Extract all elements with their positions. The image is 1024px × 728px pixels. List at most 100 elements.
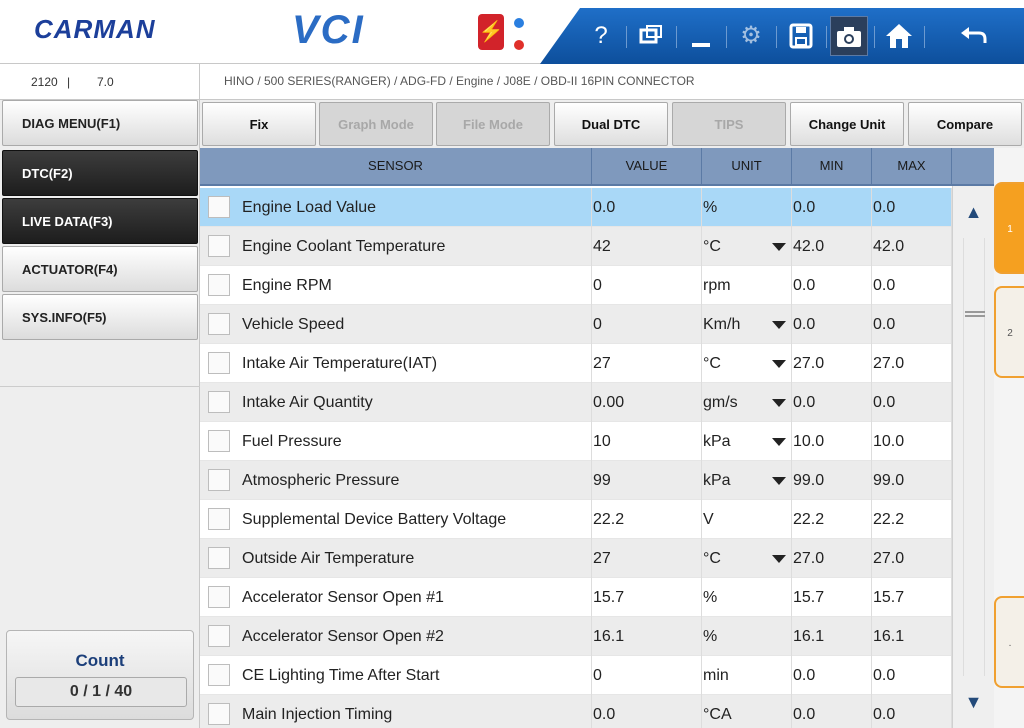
scroll-thumb[interactable] — [965, 311, 985, 317]
fix-button[interactable]: Fix — [202, 102, 316, 146]
help-button[interactable]: ? — [582, 16, 620, 56]
sensor-min: 0.0 — [792, 695, 872, 728]
sensor-unit: rpm — [702, 266, 792, 305]
camera-icon[interactable] — [830, 16, 868, 56]
menu-diag-button[interactable]: DIAG MENU(F1) — [2, 100, 198, 146]
sensor-name: Intake Air Temperature(IAT) — [241, 344, 592, 383]
table-row[interactable]: Supplemental Device Battery Voltage 22.2 V… — [200, 500, 952, 539]
table-row[interactable]: Outside Air Temperature 27 °C 27.0 27.0 — [200, 539, 952, 578]
row-checkbox[interactable] — [208, 430, 230, 452]
table-row[interactable]: Intake Air Quantity 0.00 gm/s 0.0 0.0 — [200, 383, 952, 422]
device-info: 2120 | 7.0 — [0, 64, 200, 100]
page-tab-1[interactable]: 1 — [994, 182, 1024, 274]
sensor-name: Engine Load Value — [241, 188, 592, 227]
row-checkbox[interactable] — [208, 625, 230, 647]
sensor-name: Engine RPM — [241, 266, 592, 305]
column-header-max[interactable]: MAX — [872, 148, 952, 186]
table-row[interactable]: Engine RPM 0 rpm 0.0 0.0 — [200, 266, 952, 305]
tips-button[interactable]: TIPS — [672, 102, 786, 146]
sensor-name: Main Injection Timing — [241, 695, 592, 728]
scroll-down-icon[interactable]: ▼ — [953, 676, 994, 728]
row-checkbox[interactable] — [208, 313, 230, 335]
sensor-min: 0.0 — [792, 266, 872, 305]
column-header-value[interactable]: VALUE — [592, 148, 702, 186]
menu-dtc-button[interactable]: DTC(F2) — [2, 150, 198, 196]
row-checkbox[interactable] — [208, 391, 230, 413]
sensor-max: 16.1 — [872, 617, 952, 656]
sensor-value: 27 — [592, 344, 702, 383]
table-row[interactable]: Vehicle Speed 0 Km/h 0.0 0.0 — [200, 305, 952, 344]
row-checkbox[interactable] — [208, 586, 230, 608]
row-checkbox[interactable] — [208, 703, 230, 725]
page-tab-3[interactable]: . — [994, 596, 1024, 688]
table-row[interactable]: Fuel Pressure 10 kPa 10.0 10.0 — [200, 422, 952, 461]
menu-live-data-button[interactable]: LIVE DATA(F3) — [2, 198, 198, 244]
product-title: VCI — [292, 8, 365, 52]
row-checkbox[interactable] — [208, 235, 230, 257]
live-data-table: SENSOR VALUE UNIT MIN MAX Engine Load Va… — [200, 148, 994, 728]
row-checkbox[interactable] — [208, 664, 230, 686]
sensor-name: Atmospheric Pressure — [241, 461, 592, 500]
back-arrow-icon[interactable] — [954, 16, 992, 56]
sensor-max: 27.0 — [872, 539, 952, 578]
save-icon[interactable] — [782, 16, 820, 56]
sensor-value: 0 — [592, 266, 702, 305]
row-checkbox[interactable] — [208, 196, 230, 218]
scroll-track[interactable] — [963, 238, 985, 676]
column-header-unit[interactable]: UNIT — [702, 148, 792, 186]
table-row[interactable]: Accelerator Sensor Open #1 15.7% 15.7 15.7 — [200, 578, 952, 617]
graph-mode-button[interactable]: Graph Mode — [319, 102, 433, 146]
sensor-min: 42.0 — [792, 227, 872, 266]
table-row[interactable]: Main Injection Timing 0.0 °CA 0.0 0.0 — [200, 695, 952, 728]
count-panel: Count 0 / 1 / 40 — [6, 630, 194, 720]
change-unit-button[interactable]: Change Unit — [790, 102, 904, 146]
sensor-name: Outside Air Temperature — [241, 539, 592, 578]
dual-dtc-button[interactable]: Dual DTC — [554, 102, 668, 146]
row-checkbox[interactable] — [208, 469, 230, 491]
sensor-max: 0.0 — [872, 188, 952, 227]
sensor-value: 22.2 — [592, 500, 702, 539]
unit-dropdown-icon[interactable] — [772, 243, 786, 251]
table-row[interactable]: Engine Load Value 0.0% 0.0 0.0 — [200, 188, 952, 227]
row-checkbox[interactable] — [208, 352, 230, 374]
menu-actuator-button[interactable]: ACTUATOR(F4) — [2, 246, 198, 292]
settings-icon[interactable]: ⚙ — [732, 16, 770, 56]
minimize-icon[interactable] — [682, 16, 720, 56]
sensor-max: 27.0 — [872, 344, 952, 383]
column-header-min[interactable]: MIN — [792, 148, 872, 186]
unit-dropdown-icon[interactable] — [772, 477, 786, 485]
window-icon[interactable] — [632, 16, 670, 56]
unit-dropdown-icon[interactable] — [772, 399, 786, 407]
sensor-max: 0.0 — [872, 656, 952, 695]
sensor-value: 42 — [592, 227, 702, 266]
sensor-min: 0.0 — [792, 305, 872, 344]
scroll-up-icon[interactable]: ▲ — [953, 186, 994, 238]
compare-button[interactable]: Compare — [908, 102, 1022, 146]
row-checkbox[interactable] — [208, 547, 230, 569]
table-row[interactable]: Atmospheric Pressure 99 kPa 99.0 99.0 — [200, 461, 952, 500]
unit-dropdown-icon[interactable] — [772, 438, 786, 446]
file-mode-button[interactable]: File Mode — [436, 102, 550, 146]
home-icon[interactable] — [880, 16, 918, 56]
sensor-max: 0.0 — [872, 695, 952, 728]
column-header-sensor[interactable]: SENSOR — [200, 148, 592, 186]
sensor-value: 27 — [592, 539, 702, 578]
table-row[interactable]: CE Lighting Time After Start 0 min 0.0 0.0 — [200, 656, 952, 695]
toolbar-divider — [924, 26, 925, 48]
row-checkbox[interactable] — [208, 274, 230, 296]
table-row[interactable]: Accelerator Sensor Open #2 16.1% 16.1 16.1 — [200, 617, 952, 656]
sensor-name: CE Lighting Time After Start — [241, 656, 592, 695]
page-tab-2[interactable]: 2 — [994, 286, 1024, 378]
table-row[interactable]: Intake Air Temperature(IAT) 27 °C 27.0 27.0 — [200, 344, 952, 383]
unit-dropdown-icon[interactable] — [772, 360, 786, 368]
sensor-name: Intake Air Quantity — [241, 383, 592, 422]
sensor-unit: % — [702, 578, 792, 617]
menu-sys-info-button[interactable]: SYS.INFO(F5) — [2, 294, 198, 340]
table-scrollbar[interactable]: ▲ ▼ — [952, 186, 994, 728]
unit-dropdown-icon[interactable] — [772, 555, 786, 563]
table-row[interactable]: Engine Coolant Temperature 42 °C 42.0 42.0 — [200, 227, 952, 266]
unit-dropdown-icon[interactable] — [772, 321, 786, 329]
sensor-unit: % — [702, 617, 792, 656]
sensor-value: 16.1 — [592, 617, 702, 656]
row-checkbox[interactable] — [208, 508, 230, 530]
